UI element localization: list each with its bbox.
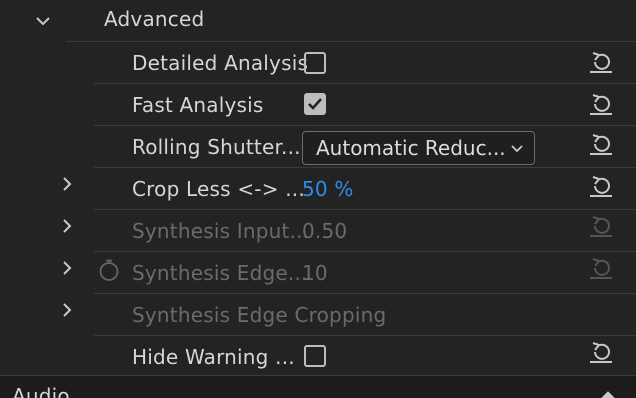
chevron-right-icon[interactable]: [58, 259, 76, 277]
param-label: Synthesis Edge Cropping: [132, 303, 387, 327]
reset-icon[interactable]: [587, 90, 615, 118]
chevron-down-icon: [510, 141, 524, 160]
reset-icon[interactable]: [587, 130, 615, 158]
param-row-hide-warning: Hide Warning ...: [0, 336, 636, 378]
checkmark-icon: [308, 98, 322, 110]
detailed-analysis-checkbox[interactable]: [304, 52, 326, 74]
audio-section-header[interactable]: Audio: [0, 375, 636, 398]
param-label: Crop Less <-> ...: [132, 177, 305, 201]
advanced-group-title: Advanced: [104, 7, 205, 31]
param-label: Detailed Analysis: [132, 51, 309, 75]
chevron-down-icon[interactable]: [34, 12, 52, 30]
chevron-right-icon[interactable]: [58, 175, 76, 193]
chevron-right-icon[interactable]: [58, 301, 76, 319]
reset-icon: [587, 254, 615, 282]
param-row-synthesis-input: Synthesis Input... 0.50: [0, 210, 636, 252]
param-label: Synthesis Input...: [132, 219, 310, 243]
hide-warning-checkbox[interactable]: [304, 345, 326, 367]
reset-icon[interactable]: [587, 172, 615, 200]
synthesis-input-value: 0.50: [302, 219, 348, 243]
param-row-rolling-shutter: Rolling Shutter... Automatic Reduc...: [0, 126, 636, 168]
param-row-fast-analysis: Fast Analysis: [0, 84, 636, 126]
synthesis-edge-value: 10: [302, 261, 328, 285]
reset-icon[interactable]: [587, 48, 615, 76]
reset-icon[interactable]: [587, 338, 615, 366]
param-row-crop-less: Crop Less <-> ... 50 %: [0, 168, 636, 210]
fast-analysis-checkbox[interactable]: [304, 93, 326, 115]
param-label: Rolling Shutter...: [132, 135, 301, 159]
param-label: Hide Warning ...: [132, 345, 295, 369]
param-row-synthesis-edge: Synthesis Edge... 10: [0, 252, 636, 294]
advanced-group-header[interactable]: Advanced: [0, 0, 636, 42]
chevron-right-icon[interactable]: [58, 217, 76, 235]
select-value: Automatic Reduc...: [316, 136, 506, 160]
param-row-synthesis-edge-cropping: Synthesis Edge Cropping: [0, 294, 636, 336]
param-label: Fast Analysis: [132, 93, 264, 117]
param-row-detailed-analysis: Detailed Analysis: [0, 42, 636, 84]
reset-icon: [587, 212, 615, 240]
rolling-shutter-select[interactable]: Automatic Reduc...: [302, 131, 535, 165]
stopwatch-icon: [97, 258, 121, 282]
chevron-up-icon[interactable]: [598, 386, 618, 398]
param-label: Synthesis Edge...: [132, 261, 308, 285]
audio-section-title: Audio: [12, 384, 70, 398]
effect-controls-panel: Advanced Detailed Analysis Fast Analysis…: [0, 0, 636, 398]
crop-less-value[interactable]: 50 %: [302, 175, 354, 203]
